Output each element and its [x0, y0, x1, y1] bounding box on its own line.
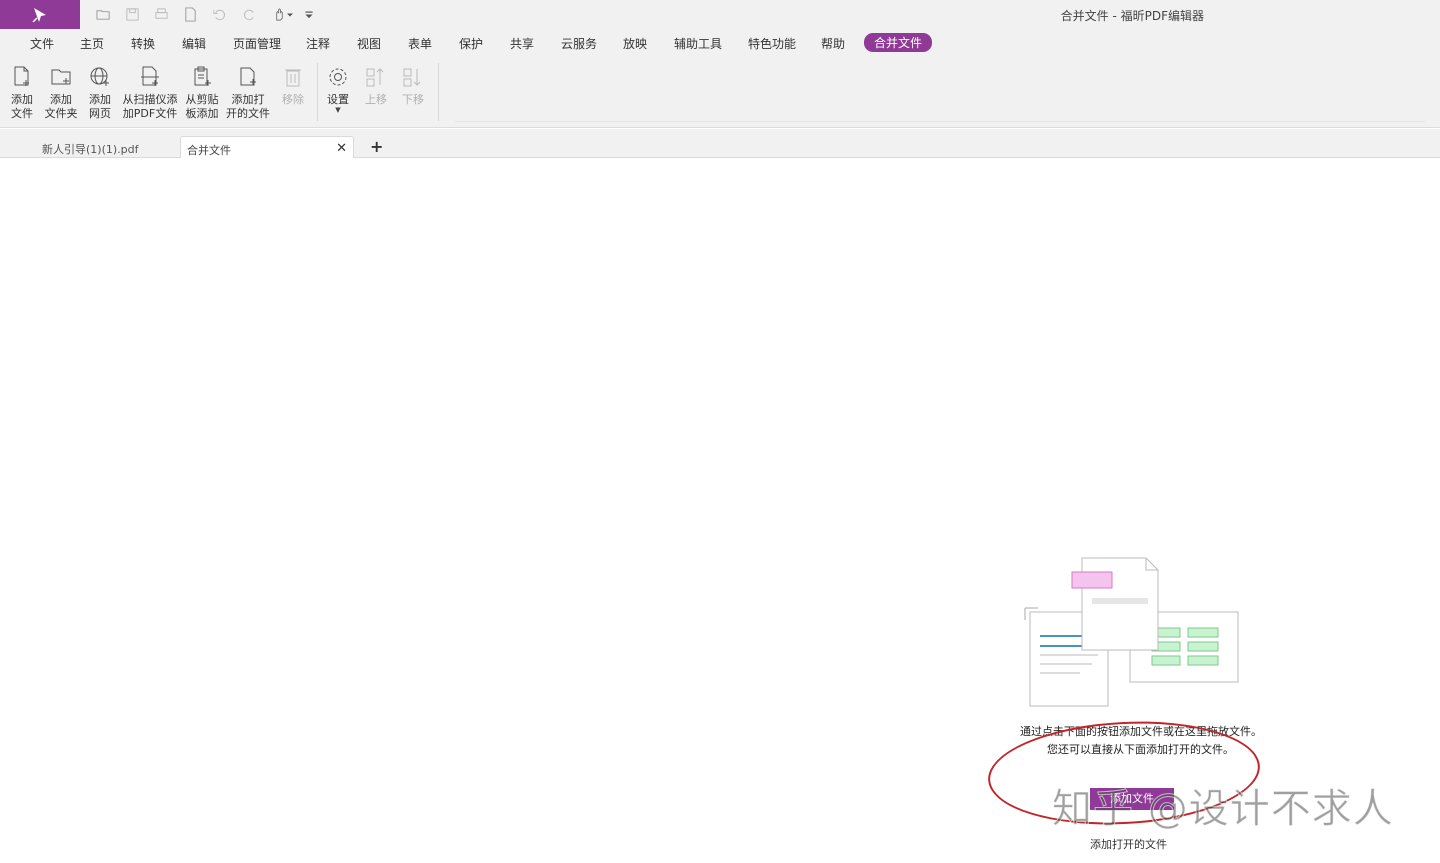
- add-webpage-button[interactable]: 添加 网页: [86, 65, 114, 121]
- add-open-files-link[interactable]: 添加打开的文件: [1090, 836, 1167, 852]
- move-up-label: 上移: [365, 93, 387, 106]
- redo-icon[interactable]: [240, 5, 258, 23]
- settings-dropdown-icon: ▼: [335, 106, 341, 114]
- ribbon-separator: [438, 63, 439, 121]
- add-tab-icon[interactable]: +: [370, 137, 383, 156]
- move-down-icon: [403, 68, 421, 87]
- scanner-icon: [141, 66, 159, 86]
- menu-cloud[interactable]: 云服务: [561, 35, 597, 52]
- move-up-button[interactable]: 上移: [363, 65, 389, 107]
- gear-icon: [329, 68, 347, 86]
- add-webpage-label: 添加 网页: [89, 93, 111, 120]
- add-from-scanner-label: 从扫描仪添 加PDF文件: [122, 93, 178, 120]
- merge-illustration-icon: [1024, 557, 1239, 707]
- menu-form[interactable]: 表单: [408, 35, 432, 52]
- menu-slideshow[interactable]: 放映: [623, 35, 647, 52]
- foxit-logo-icon: [32, 7, 46, 23]
- remove-label: 移除: [282, 93, 304, 106]
- watermark: 知乎 @设计不求人: [1052, 786, 1394, 833]
- menu-protect[interactable]: 保护: [459, 35, 483, 52]
- menu-help[interactable]: 帮助: [821, 35, 845, 52]
- menu-home[interactable]: 主页: [80, 35, 104, 52]
- menu-view[interactable]: 视图: [357, 35, 381, 52]
- clipboard-icon: [194, 66, 211, 86]
- menu-page-management[interactable]: 页面管理: [233, 35, 281, 52]
- open-icon[interactable]: [94, 5, 112, 23]
- move-down-label: 下移: [402, 93, 424, 106]
- tab-merge-files[interactable]: 合并文件 ✕: [180, 136, 354, 158]
- add-file-label: 添加 文件: [11, 93, 33, 120]
- save-icon[interactable]: [123, 5, 141, 23]
- add-open-files-button[interactable]: 添加打 开的文件: [226, 65, 270, 121]
- new-doc-icon[interactable]: [181, 5, 199, 23]
- menu-bar: 文件 主页 转换 编辑 页面管理 注释 视图 表单 保护 共享 云服务 放映 辅…: [0, 29, 1440, 57]
- tab-document-label: 新人引导(1)(1).pdf: [42, 143, 139, 156]
- menu-comment[interactable]: 注释: [306, 35, 330, 52]
- settings-button[interactable]: 设置 ▼: [325, 65, 351, 114]
- move-down-button[interactable]: 下移: [400, 65, 426, 107]
- add-from-clipboard-button[interactable]: 从剪贴 板添加: [184, 65, 220, 121]
- open-files-icon: [240, 67, 256, 86]
- trash-icon: [285, 69, 301, 87]
- globe-icon: [90, 67, 109, 86]
- add-folder-icon: [51, 69, 71, 85]
- menu-file[interactable]: 文件: [30, 35, 54, 52]
- print-icon[interactable]: [152, 5, 170, 23]
- document-tab-bar: 新人引导(1)(1).pdf 合并文件 ✕ +: [0, 129, 1440, 158]
- settings-label: 设置: [327, 93, 349, 106]
- add-from-scanner-button[interactable]: 从扫描仪添 加PDF文件: [122, 65, 178, 121]
- app-logo[interactable]: [0, 0, 80, 29]
- add-file-icon: [14, 66, 29, 86]
- menu-features[interactable]: 特色功能: [748, 35, 796, 52]
- tab-merge-files-label: 合并文件: [187, 144, 231, 157]
- ribbon-separator: [317, 63, 318, 121]
- add-file-button[interactable]: 添加 文件: [8, 65, 36, 121]
- move-up-icon: [366, 68, 384, 87]
- hand-dropdown-icon[interactable]: [285, 5, 295, 23]
- menu-edit[interactable]: 编辑: [182, 35, 206, 52]
- ribbon-toolbar: 添加 文件 添加 文件夹 添加 网页 从扫描仪添 加PDF文件 从剪贴 板添加 …: [0, 57, 1440, 128]
- undo-icon[interactable]: [210, 5, 228, 23]
- menu-share[interactable]: 共享: [510, 35, 534, 52]
- menu-convert[interactable]: 转换: [131, 35, 155, 52]
- title-bar: 合并文件 - 福昕PDF编辑器: [0, 0, 1440, 29]
- menu-merge-files[interactable]: 合并文件: [864, 33, 933, 52]
- add-folder-button[interactable]: 添加 文件夹: [44, 65, 78, 121]
- customize-toolbar-icon[interactable]: [303, 5, 315, 23]
- add-open-files-label: 添加打 开的文件: [226, 93, 270, 120]
- close-icon[interactable]: ✕: [336, 141, 347, 156]
- window-title: 合并文件 - 福昕PDF编辑器: [1060, 9, 1204, 23]
- add-folder-label: 添加 文件夹: [44, 93, 78, 120]
- ribbon-divider: [455, 121, 1425, 122]
- menu-accessibility[interactable]: 辅助工具: [674, 35, 722, 52]
- remove-button[interactable]: 移除: [280, 65, 306, 107]
- add-from-clipboard-label: 从剪贴 板添加: [185, 93, 219, 120]
- tab-document[interactable]: 新人引导(1)(1).pdf: [36, 136, 176, 158]
